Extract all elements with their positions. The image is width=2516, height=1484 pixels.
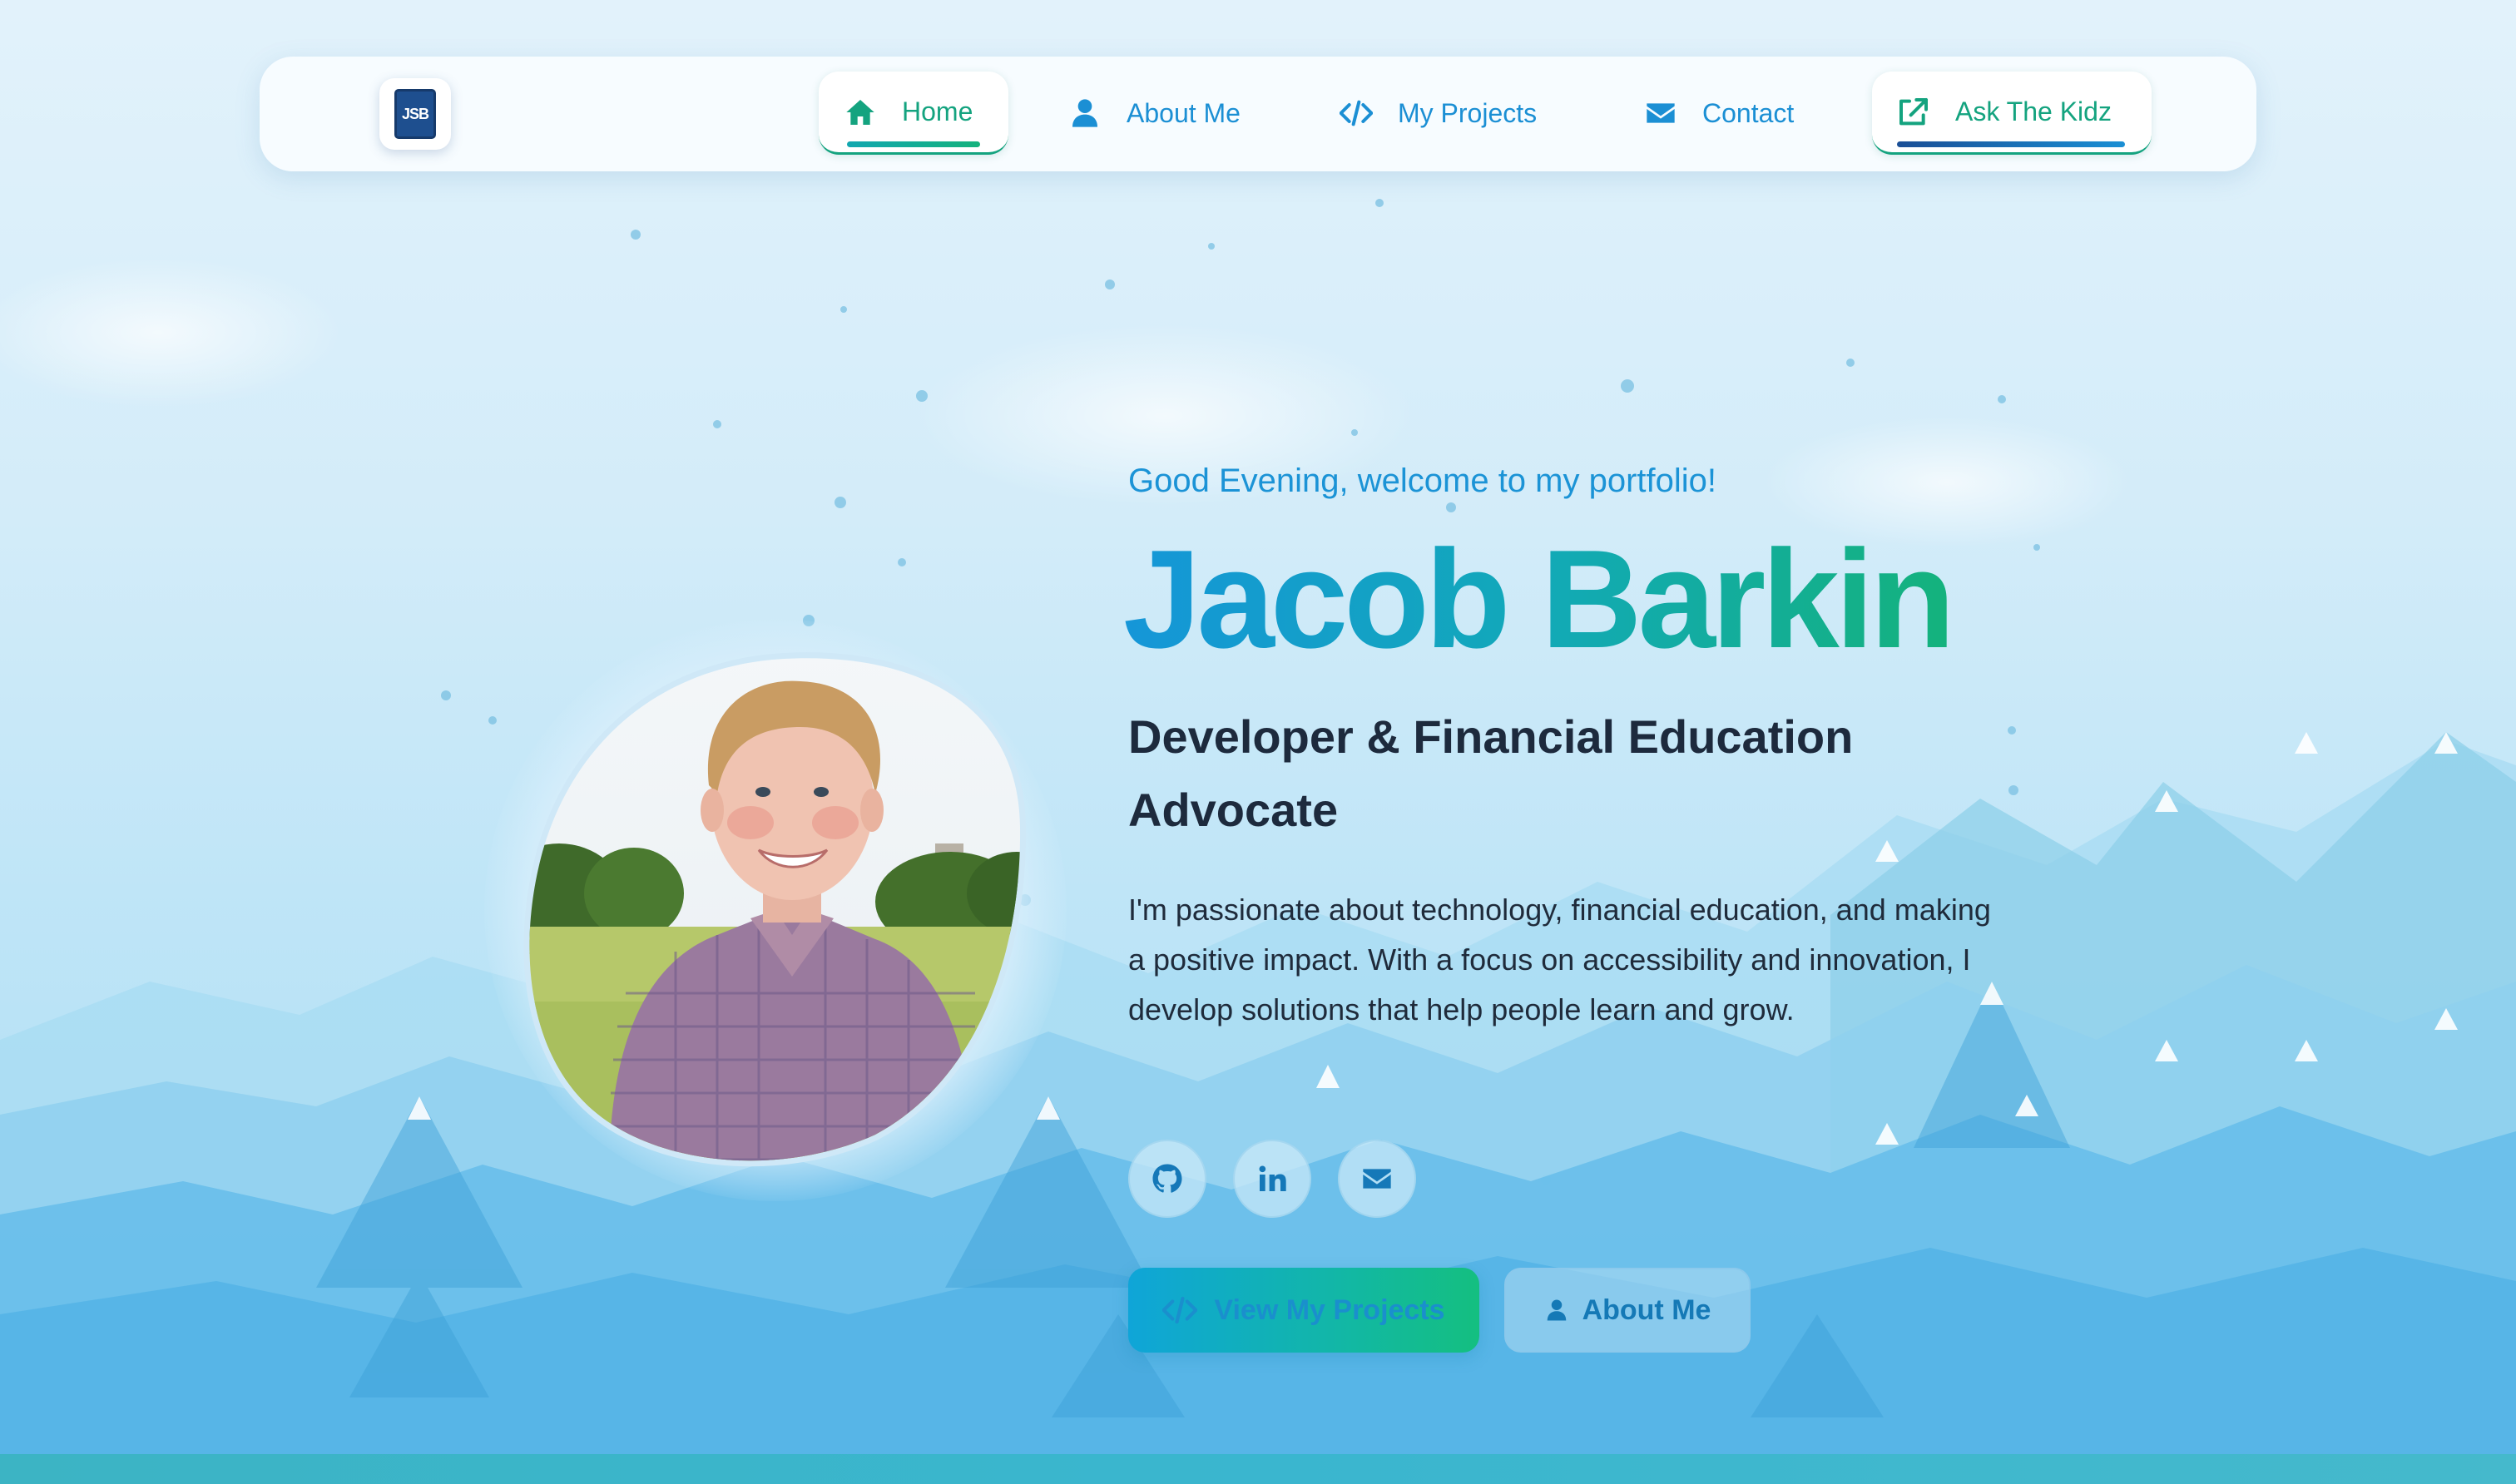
envelope-icon xyxy=(1363,1169,1391,1189)
logo-badge: JSB xyxy=(394,89,436,139)
nav-label-about: About Me xyxy=(1127,97,1241,128)
envelope-icon xyxy=(1647,103,1675,123)
code-icon xyxy=(1340,100,1373,126)
nav-item-contact[interactable]: Contact xyxy=(1644,72,1844,155)
nav-item-projects[interactable]: My Projects xyxy=(1340,72,1589,155)
top-nav-bar: JSB Home About Me My Projects Contact As… xyxy=(260,57,2256,171)
bottom-water-band xyxy=(0,1454,2516,1484)
site-logo[interactable]: JSB xyxy=(379,78,451,150)
greeting-text: Good Evening, welcome to my portfolio! xyxy=(1128,463,1717,499)
profile-photo-frame xyxy=(484,619,1067,1201)
linkedin-link[interactable] xyxy=(1233,1140,1311,1218)
view-projects-button[interactable]: View My Projects xyxy=(1128,1268,1479,1353)
hero-name: Jacob Barkin xyxy=(1123,521,1955,677)
about-me-button[interactable]: About Me xyxy=(1504,1268,1751,1353)
nav-label-ask-the-kidz: Ask The Kidz xyxy=(1955,96,2112,126)
user-icon xyxy=(1072,99,1097,127)
profile-photo xyxy=(523,652,1027,1167)
external-link-icon xyxy=(1899,97,1928,125)
nav-item-home[interactable]: Home xyxy=(819,72,1008,155)
github-icon xyxy=(1152,1164,1182,1193)
nav-label-contact: Contact xyxy=(1702,97,1795,128)
code-icon xyxy=(1162,1296,1198,1324)
view-projects-label: View My Projects xyxy=(1214,1294,1445,1326)
email-link[interactable] xyxy=(1338,1140,1416,1218)
home-icon xyxy=(846,99,874,125)
nav-active-underline xyxy=(847,141,980,147)
hero-bio: I'm passionate about technology, financi… xyxy=(1128,893,1991,1026)
about-me-label: About Me xyxy=(1582,1294,1711,1326)
social-links xyxy=(1128,1140,1416,1218)
nav-label-home: Home xyxy=(902,96,973,126)
hero-role: Developer & Financial Education Advocate xyxy=(1128,710,1854,836)
user-icon xyxy=(1547,1299,1566,1321)
nav-item-ask-the-kidz[interactable]: Ask The Kidz xyxy=(1872,72,2152,155)
nav-item-about[interactable]: About Me xyxy=(1068,72,1285,155)
linkedin-icon xyxy=(1259,1165,1286,1191)
github-link[interactable] xyxy=(1128,1140,1206,1218)
nav-label-projects: My Projects xyxy=(1398,97,1538,128)
nav-kidz-underline xyxy=(1897,141,2125,147)
